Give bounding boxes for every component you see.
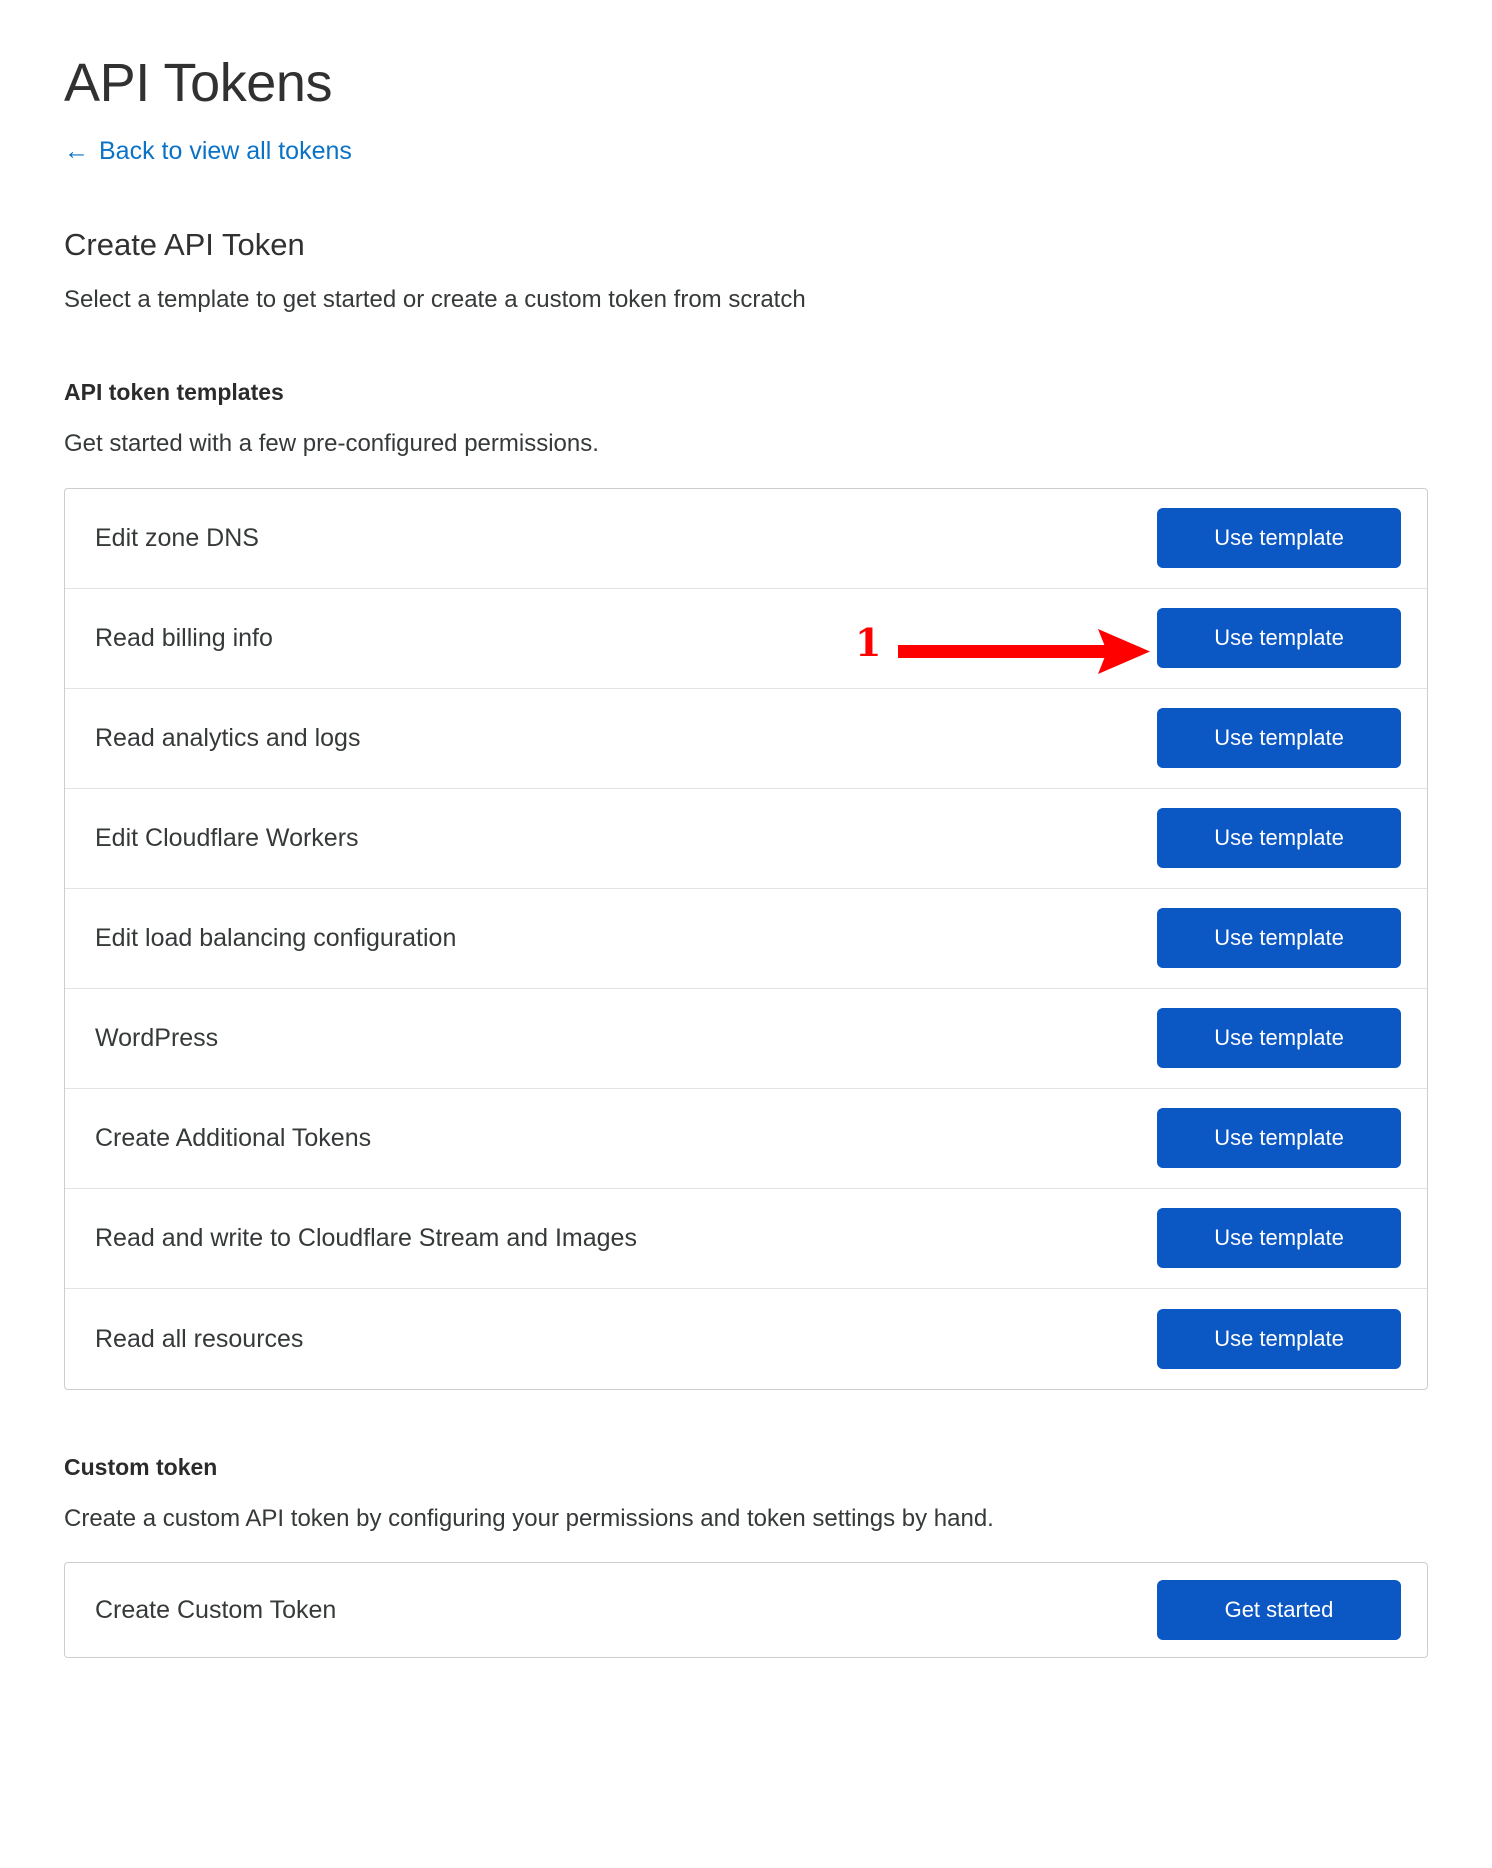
back-link-label: Back to view all tokens — [99, 137, 352, 166]
use-template-button[interactable]: Use template — [1157, 1008, 1401, 1069]
table-row: Create Additional Tokens Use template — [65, 1089, 1427, 1189]
use-template-button[interactable]: Use template — [1157, 708, 1401, 769]
use-template-button[interactable]: Use template — [1157, 1108, 1401, 1169]
table-row: Edit Cloudflare Workers Use template — [65, 789, 1427, 889]
template-row-label: Read all resources — [95, 1324, 304, 1353]
template-row-label: Read analytics and logs — [95, 724, 361, 753]
table-row: Edit load balancing configuration Use tem… — [65, 889, 1427, 989]
custom-token-heading: Custom token — [64, 1453, 218, 1480]
page-title: API Tokens — [64, 53, 333, 113]
use-template-button[interactable]: Use template — [1157, 908, 1401, 969]
table-row: Create Custom Token Get started — [65, 1563, 1427, 1657]
create-api-token-subtitle: Select a template to get started or crea… — [64, 285, 806, 313]
template-row-label: Edit zone DNS — [95, 524, 259, 553]
custom-token-row-label: Create Custom Token — [95, 1596, 337, 1625]
table-row: Read and write to Cloudflare Stream and … — [65, 1189, 1427, 1289]
table-row: Edit zone DNS Use template — [65, 489, 1427, 589]
arrow-left-icon: ← — [64, 137, 89, 166]
api-token-templates-card: Edit zone DNS Use template Read billing in… — [64, 487, 1428, 1390]
use-template-button[interactable]: Use template — [1157, 508, 1401, 569]
use-template-button[interactable]: Use template — [1157, 608, 1401, 669]
table-row: WordPress Use template — [65, 989, 1427, 1089]
custom-token-description: Create a custom API token by configuring… — [64, 1505, 994, 1533]
api-token-templates-description: Get started with a few pre-configured pe… — [64, 430, 599, 458]
template-row-label: Edit load balancing configuration — [95, 924, 457, 953]
template-row-label: Read billing info — [95, 624, 273, 653]
template-row-label: Create Additional Tokens — [95, 1124, 372, 1153]
get-started-button[interactable]: Get started — [1157, 1580, 1401, 1641]
custom-token-card: Create Custom Token Get started — [64, 1562, 1428, 1659]
api-token-templates-heading: API token templates — [64, 378, 284, 405]
create-api-token-heading: Create API Token — [64, 227, 305, 263]
use-template-button[interactable]: Use template — [1157, 1208, 1401, 1269]
template-row-label: Edit Cloudflare Workers — [95, 824, 359, 853]
use-template-button[interactable]: Use template — [1157, 1308, 1401, 1369]
table-row: Read all resources Use template — [65, 1289, 1427, 1389]
use-template-button[interactable]: Use template — [1157, 808, 1401, 869]
template-row-label: WordPress — [95, 1024, 219, 1053]
template-row-label: Read and write to Cloudflare Stream and … — [95, 1224, 637, 1253]
back-to-all-tokens-link[interactable]: ← Back to view all tokens — [64, 139, 352, 164]
table-row: Read analytics and logs Use template — [65, 689, 1427, 789]
table-row: Read billing info Use template — [65, 589, 1427, 689]
api-tokens-page: API Tokens ← Back to view all tokens Cre… — [0, 0, 1492, 1868]
